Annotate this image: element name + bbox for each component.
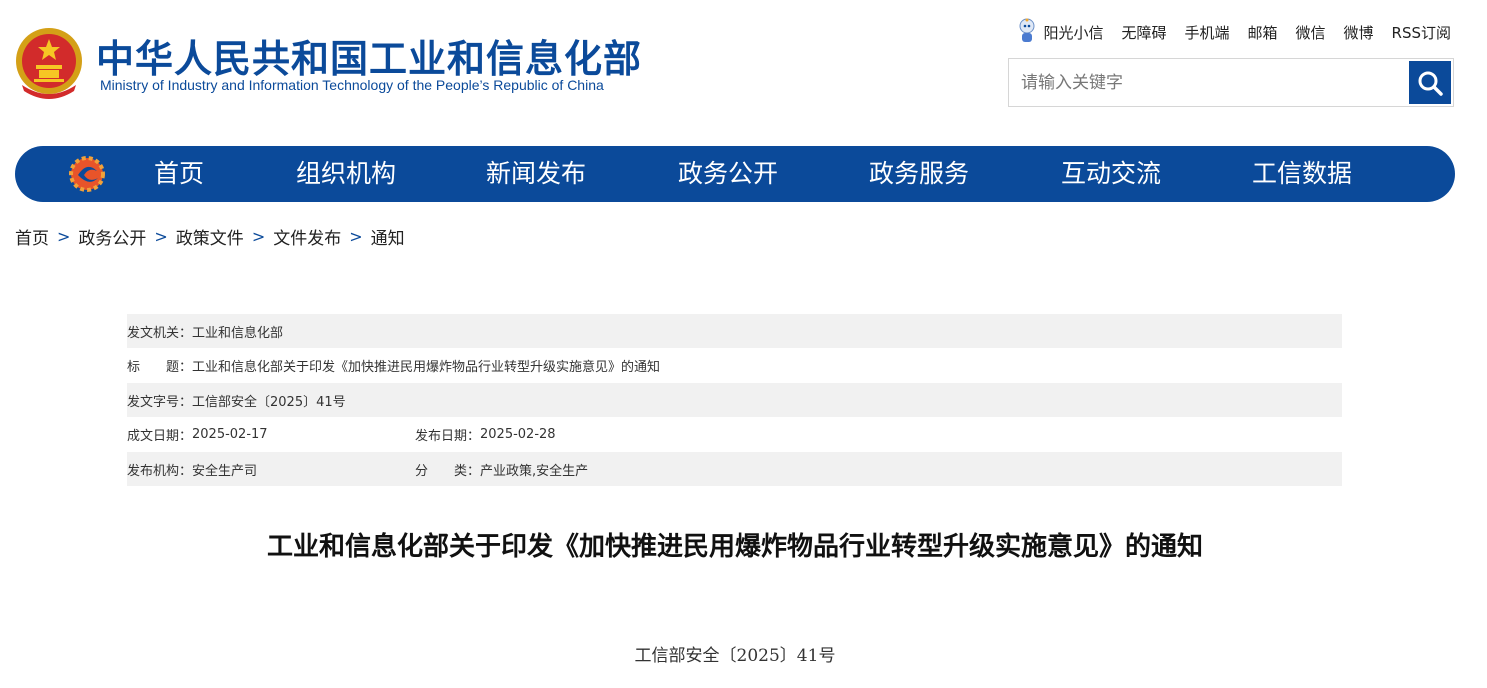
search-icon xyxy=(1418,71,1443,96)
nav-gov-affairs[interactable]: 政务公开 xyxy=(678,146,778,202)
nav-interaction[interactable]: 互动交流 xyxy=(1061,146,1161,202)
breadcrumb-notice[interactable]: 通知 xyxy=(371,224,405,249)
top-link-rss[interactable]: RSS订阅 xyxy=(1392,22,1451,43)
published-date-label: 发布日期： xyxy=(415,429,481,444)
info-row-dates: 成文日期： 2025-02-17 发布日期： 2025-02-28 xyxy=(127,418,1342,452)
info-row-doc-no: 发文字号： 工信部安全〔2025〕41号 xyxy=(127,383,1342,417)
org-label: 发布机构： xyxy=(127,463,193,479)
info-row-title: 标 题： 工业和信息化部关于印发《加快推进民用爆炸物品行业转型升级实施意见》的通… xyxy=(127,349,1342,383)
category-label: 分 类： xyxy=(415,463,481,479)
published-date-cell: 发布日期： 2025-02-28 xyxy=(415,425,556,444)
search-button[interactable] xyxy=(1409,61,1451,104)
breadcrumb-policy[interactable]: 政策文件 xyxy=(176,224,244,249)
national-emblem-icon xyxy=(16,28,82,99)
top-link-sunshine[interactable]: 阳光小信 xyxy=(1043,22,1103,43)
robot-mascot-icon xyxy=(1019,18,1035,42)
site-subtitle: Ministry of Industry and Information Tec… xyxy=(100,77,604,93)
info-row-issuer: 发文机关： 工业和信息化部 xyxy=(127,314,1342,348)
published-date-value: 2025-02-28 xyxy=(480,427,556,442)
doc-no-value: 工信部安全〔2025〕41号 xyxy=(192,394,346,410)
site-header: 中华人民共和国工业和信息化部 Ministry of Industry and … xyxy=(0,0,1487,130)
breadcrumb-separator-icon: > xyxy=(57,226,71,246)
top-link-mobile[interactable]: 手机端 xyxy=(1184,22,1229,43)
breadcrumb-gov-affairs[interactable]: 政务公开 xyxy=(78,224,146,249)
breadcrumb: 首页 > 政务公开 > 政策文件 > 文件发布 > 通知 xyxy=(15,224,405,249)
main-nav: 首页 组织机构 新闻发布 政务公开 政务服务 互动交流 工信数据 xyxy=(15,146,1455,202)
search-box xyxy=(1008,58,1454,107)
nav-news[interactable]: 新闻发布 xyxy=(486,146,586,202)
written-date-label: 成文日期： xyxy=(127,429,193,444)
written-date-value: 2025-02-17 xyxy=(192,427,268,442)
document-info-table: 发文机关： 工业和信息化部 标 题： 工业和信息化部关于印发《加快推进民用爆炸物… xyxy=(127,314,1342,486)
info-row-org: 发布机构： 安全生产司 分 类： 产业政策,安全生产 xyxy=(127,452,1342,486)
top-link-wechat[interactable]: 微信 xyxy=(1296,22,1326,43)
breadcrumb-home[interactable]: 首页 xyxy=(15,224,49,249)
site-title: 中华人民共和国工业和信息化部 xyxy=(96,37,643,81)
org-cell: 发布机构： 安全生产司 xyxy=(127,460,415,479)
doc-no-label: 发文字号： xyxy=(127,394,193,410)
breadcrumb-separator-icon: > xyxy=(251,226,266,246)
breadcrumb-separator-icon: > xyxy=(154,226,168,246)
top-link-mail[interactable]: 邮箱 xyxy=(1247,22,1277,43)
nav-organization[interactable]: 组织机构 xyxy=(296,146,396,202)
search-input[interactable] xyxy=(1009,59,1409,106)
article-title: 工业和信息化部关于印发《加快推进民用爆炸物品行业转型升级实施意见》的通知 xyxy=(266,532,1203,562)
category-value: 产业政策,安全生产 xyxy=(480,463,589,479)
written-date-cell: 成文日期： 2025-02-17 xyxy=(127,425,415,444)
breadcrumb-release[interactable]: 文件发布 xyxy=(273,224,341,249)
article-doc-number: 工信部安全〔2025〕41号 xyxy=(634,646,836,666)
top-link-accessibility[interactable]: 无障碍 xyxy=(1121,22,1166,43)
title-value: 工业和信息化部关于印发《加快推进民用爆炸物品行业转型升级实施意见》的通知 xyxy=(192,360,661,375)
issuer-label: 发文机关： xyxy=(127,325,193,341)
nav-home[interactable]: 首页 xyxy=(154,146,204,202)
miit-logo-icon xyxy=(69,156,105,192)
nav-data[interactable]: 工信数据 xyxy=(1252,146,1352,202)
org-value: 安全生产司 xyxy=(192,463,258,479)
category-cell: 分 类： 产业政策,安全生产 xyxy=(415,460,588,479)
breadcrumb-separator-icon: > xyxy=(349,226,363,246)
title-label: 标 题： xyxy=(127,360,193,375)
top-link-weibo[interactable]: 微博 xyxy=(1344,22,1374,43)
nav-gov-services[interactable]: 政务服务 xyxy=(869,146,969,202)
issuer-value: 工业和信息化部 xyxy=(192,325,284,341)
top-links: 阳光小信 无障碍 手机端 邮箱 微信 微博 RSS订阅 xyxy=(1017,18,1451,46)
